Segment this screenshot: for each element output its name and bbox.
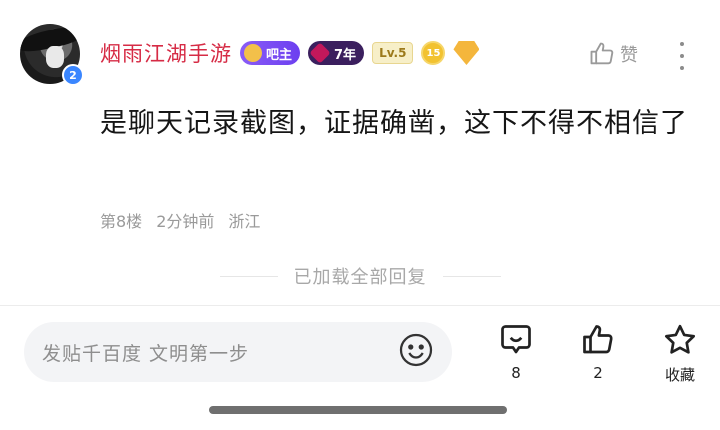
years-badge-label: 7年 xyxy=(334,47,357,63)
post-location: 浙江 xyxy=(228,212,261,231)
floor-number: 第8楼 xyxy=(100,212,143,231)
divider-line-right xyxy=(442,275,501,277)
forum-owner-badge: 吧主 xyxy=(240,41,301,65)
comment-count: 8 xyxy=(511,364,521,382)
reply-input-placeholder: 发贴千百度 文明第一步 xyxy=(42,342,250,365)
owner-icon xyxy=(244,44,262,62)
gem-badge-icon xyxy=(453,41,480,65)
more-options-icon[interactable] xyxy=(676,42,688,70)
avatar-face-shape xyxy=(46,46,64,68)
emoji-icon[interactable] xyxy=(398,332,434,372)
all-replies-loaded-text: 已加载全部回复 xyxy=(293,267,427,288)
username[interactable]: 烟雨江湖手游 xyxy=(100,38,232,68)
owner-badge-label: 吧主 xyxy=(266,47,293,63)
name-row: 烟雨江湖手游 吧主 7年 Lv.5 15 xyxy=(100,36,480,70)
comment-button[interactable]: 8 xyxy=(486,322,546,382)
reply-content: 是聊天记录截图，证据确凿，这下不得不相信了 xyxy=(100,108,688,139)
user-level-badge: 2 xyxy=(62,64,84,86)
thumbs-up-icon xyxy=(583,325,613,354)
post-time: 2分钟前 xyxy=(156,212,215,231)
years-badge: 7年 xyxy=(308,41,365,65)
comment-icon xyxy=(501,325,531,354)
level-badge: Lv.5 xyxy=(372,42,414,64)
coin-badge: 15 xyxy=(421,41,446,65)
reply-input[interactable]: 发贴千百度 文明第一步 xyxy=(24,322,452,382)
reply-item: 2 烟雨江湖手游 吧主 7年 Lv.5 15 赞 是聊天记录截图，证据确凿，这下… xyxy=(0,0,720,305)
reply-meta: 第8楼 2分钟前 浙江 xyxy=(100,208,260,232)
favorite-button[interactable]: 收藏 xyxy=(650,322,710,385)
home-indicator[interactable] xyxy=(209,406,507,414)
reply-like-button[interactable]: 赞 xyxy=(588,40,638,68)
like-count: 2 xyxy=(593,364,603,382)
like-button[interactable]: 2 xyxy=(568,322,628,382)
reply-like-label: 赞 xyxy=(620,45,638,66)
all-replies-loaded: 已加载全部回复 xyxy=(0,262,720,290)
diamond-icon xyxy=(309,42,331,64)
thumbs-up-icon xyxy=(590,42,614,65)
divider-line-left xyxy=(219,275,278,277)
star-icon xyxy=(665,324,695,354)
favorite-label: 收藏 xyxy=(664,366,695,384)
